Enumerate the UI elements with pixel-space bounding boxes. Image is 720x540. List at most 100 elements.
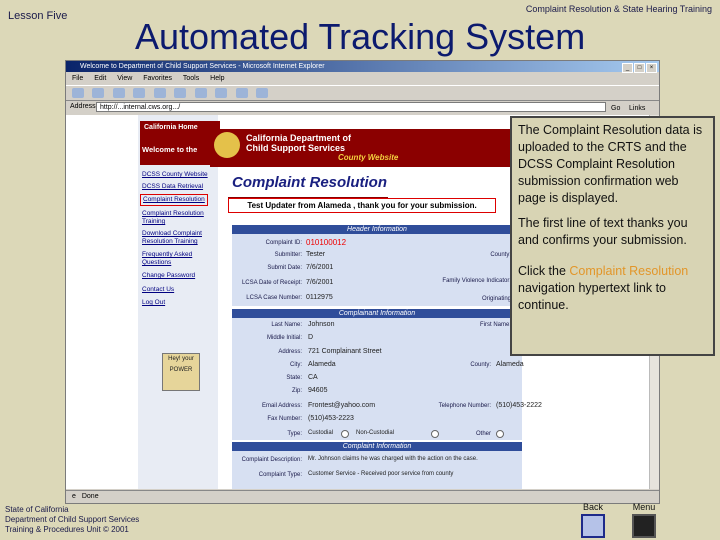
receipt-date-value: 7/6/2001 (306, 279, 334, 286)
receipt-date-label: LCSA Date of Receipt: (241, 280, 302, 286)
county-website-label: County Website (338, 153, 399, 162)
dcss-banner: California Department of Child Support S… (210, 129, 510, 167)
county2-value: Alameda (496, 361, 524, 368)
address-field-value: 721 Complainant Street (308, 348, 382, 355)
radio-custodial[interactable] (341, 430, 349, 438)
fax-label: Fax Number: (267, 416, 302, 422)
close-icon[interactable]: × (646, 63, 657, 73)
complaint-information-title: Complaint Information (232, 442, 522, 451)
callout-paragraph-2: The first line of text thanks you and co… (518, 216, 688, 247)
menu-help[interactable]: Help (210, 75, 224, 82)
menu-box-icon (632, 514, 656, 538)
status-bar: e Done (66, 490, 659, 503)
menu-favorites[interactable]: Favorites (143, 75, 172, 82)
logo-text: Complaint Resolution (232, 174, 387, 191)
telephone-label: Telephone Number: (438, 403, 491, 409)
toolbar (66, 85, 659, 101)
refresh-icon[interactable] (133, 88, 146, 98)
search-icon[interactable] (174, 88, 187, 98)
nav-change-password[interactable]: Change Password (142, 272, 195, 280)
callout-paragraph-1: The Complaint Resolution data is uploade… (518, 123, 703, 205)
submit-date-value: 7/6/2001 (306, 264, 334, 271)
state-value: CA (308, 374, 318, 381)
back-label: Back (582, 502, 603, 512)
back-button[interactable]: Back (575, 502, 611, 538)
type-label: Type: (287, 431, 302, 437)
complaint-resolution-logo: Complaint Resolution (228, 173, 388, 199)
complaint-description-label: Complaint Description: (241, 457, 302, 463)
nav-dcss-data-retrieval[interactable]: DCSS Data Retrieval (142, 183, 203, 191)
first-name-label: First Name: (479, 322, 511, 328)
nav-download-training[interactable]: Download Complaint Resolution Training (142, 230, 214, 246)
slide-title: Automated Tracking System (135, 16, 586, 57)
city-label: City: (290, 362, 302, 368)
callout-suffix: navigation hypertext link to continue. (518, 281, 667, 312)
menu-file[interactable]: File (72, 75, 83, 82)
history-icon[interactable] (215, 88, 228, 98)
callout-prefix: Click the (518, 264, 570, 278)
california-home-link[interactable]: California Home (140, 121, 220, 135)
submitter-value: Tester (306, 251, 326, 258)
footer-line-2: Department of Child Support Services (5, 515, 140, 524)
callout-link-text: Complaint Resolution (569, 264, 689, 278)
address-input[interactable]: http://...internal.cws.org.../ (96, 102, 606, 112)
banner-title-line1: California Department of (246, 133, 352, 143)
menu-label: Menu (632, 502, 656, 512)
menu-edit[interactable]: Edit (94, 75, 106, 82)
footer-line-1: State of California (5, 505, 69, 514)
county-label: County: (490, 252, 511, 258)
submitter-label: Submitter: (274, 252, 302, 258)
complaint-description-value: Mr. Johnson claims he was charged with t… (308, 456, 478, 462)
email-label: Email Address: (261, 403, 302, 409)
type-option-non-custodial[interactable]: Non-Custodial (356, 430, 394, 436)
nav-contact-us[interactable]: Contact Us (142, 286, 174, 294)
poster-image: Hey! your POWER (162, 353, 200, 391)
favorites-icon[interactable] (194, 88, 207, 98)
footer-credits: State of California Department of Child … (5, 505, 139, 535)
complaint-type-value: Customer Service - Received poor service… (308, 471, 454, 477)
radio-non-custodial[interactable] (431, 430, 439, 438)
header-information-title: Header Information (232, 225, 522, 234)
zip-label: Zip: (291, 388, 302, 394)
forward-arrow-icon[interactable] (92, 88, 105, 98)
complainant-information-title: Complainant Information (232, 309, 522, 318)
address-bar: Address http://...internal.cws.org.../ G… (66, 100, 659, 114)
back-box-icon (581, 514, 605, 538)
nav-complaint-resolution[interactable]: Complaint Resolution (140, 194, 208, 206)
city-value: Alameda (308, 361, 336, 368)
window-controls: _ □ × (621, 62, 657, 73)
middle-initial-value: D (308, 334, 314, 341)
zip-value: 94605 (308, 387, 328, 394)
menu-tools[interactable]: Tools (183, 75, 199, 82)
address-field-label: Address: (278, 349, 302, 355)
stop-icon[interactable] (112, 88, 125, 98)
back-arrow-icon[interactable] (72, 88, 84, 98)
course-title: Complaint Resolution & State Hearing Tra… (525, 4, 712, 14)
nav-complaint-resolution-training[interactable]: Complaint Resolution Training (142, 210, 214, 226)
type-option-custodial[interactable]: Custodial (308, 430, 333, 436)
maximize-icon[interactable]: □ (634, 63, 645, 73)
other-label: Other (475, 431, 491, 437)
go-button[interactable]: Go (611, 102, 620, 116)
links-button[interactable]: Links (629, 102, 645, 116)
print-icon[interactable] (256, 88, 269, 98)
county2-label: County: (470, 362, 491, 368)
radio-other[interactable] (496, 430, 504, 438)
ie-icon: e (72, 493, 76, 500)
state-label: State: (286, 375, 302, 381)
browser-titlebar: Welcome to Department of Child Support S… (66, 61, 659, 73)
instruction-callout: The Complaint Resolution data is uploade… (510, 116, 715, 356)
confirmation-message: Test Updater from Alameda , thank you fo… (228, 198, 496, 213)
menu-button[interactable]: Menu (626, 502, 662, 538)
banner-title: California Department of Child Support S… (246, 133, 351, 153)
nav-faq[interactable]: Frequently Asked Questions (142, 251, 214, 267)
mail-icon[interactable] (235, 88, 248, 98)
nav-log-out[interactable]: Log Out (142, 299, 165, 307)
banner-title-line2: Child Support Services (246, 143, 346, 153)
menu-view[interactable]: View (117, 75, 132, 82)
telephone-value: (510)453-2222 (496, 402, 542, 409)
home-icon[interactable] (153, 88, 166, 98)
nav-dcss-county-website[interactable]: DCSS County Website (142, 171, 208, 179)
menu-bar: File Edit View Favorites Tools Help (66, 73, 659, 84)
minimize-icon[interactable]: _ (622, 63, 633, 73)
